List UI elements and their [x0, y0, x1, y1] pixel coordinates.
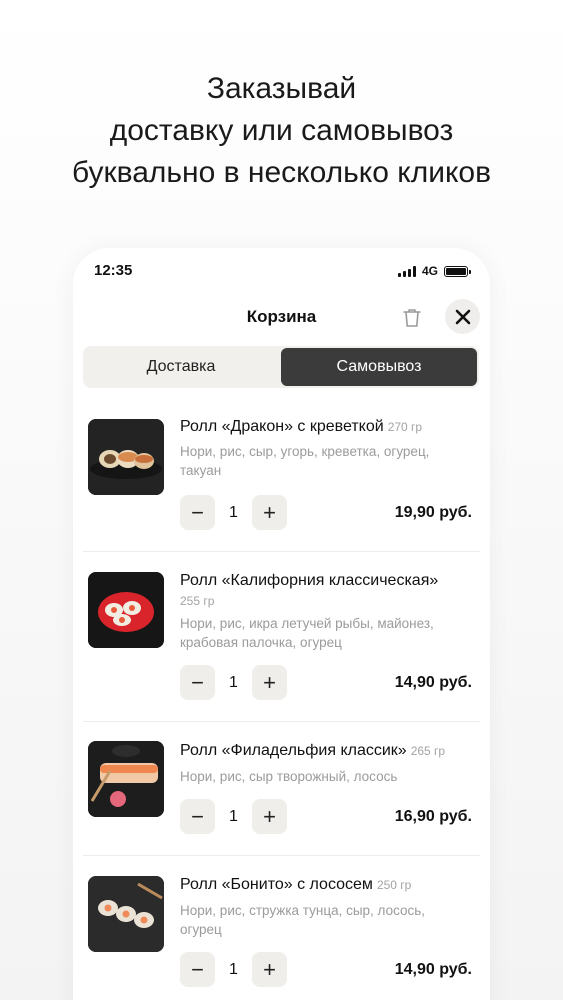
product-name: Ролл «Дракон» с креветкой [180, 418, 384, 435]
decrease-button[interactable]: − [180, 799, 215, 834]
product-image [88, 741, 164, 817]
quantity-value: 1 [229, 673, 238, 691]
close-icon [455, 309, 470, 324]
decrease-button[interactable]: − [180, 495, 215, 530]
promo-headline: Заказывай доставку или самовывоз букваль… [0, 68, 563, 194]
headline-line-1: Заказывай [206, 72, 357, 105]
product-image [88, 876, 164, 952]
quantity-value: 1 [229, 807, 238, 825]
signal-icon [397, 265, 416, 277]
product-price: 14,90 руб. [394, 961, 472, 978]
decrease-button[interactable]: − [180, 952, 215, 987]
product-price: 16,90 руб. [394, 808, 472, 825]
product-description: Нори, рис, сыр творожный, лосось [180, 769, 398, 784]
trash-icon[interactable] [399, 305, 425, 331]
cart-items-list: Ролл «Дракон» с креветкой 270 гр Нори, ри… [73, 396, 490, 1000]
product-image [88, 419, 164, 495]
delivery-mode-toggle: Доставка Самовывоз [83, 346, 479, 388]
page-title: Корзина [246, 307, 317, 326]
product-title: Ролл «Бонито» с лососем 250 гр [180, 875, 480, 895]
product-description: Нори, рис, стружка тунца, сыр, лосось, о… [180, 903, 426, 937]
quantity-stepper: − 1 + [180, 665, 287, 700]
product-title: Ролл «Филадельфия классик» 265 гр [180, 741, 480, 761]
product-weight: 250 гр [376, 878, 412, 892]
decrease-button[interactable]: − [180, 665, 215, 700]
cart-item: Ролл «Бонито» с лососем 250 гр Нори, рис,… [83, 856, 480, 1000]
quantity-stepper: − 1 + [180, 495, 287, 530]
phone-screen: 12:35 4G Корзина Доставка Самовывоз Ролл… [73, 248, 490, 1000]
product-price: 19,90 руб. [394, 504, 472, 521]
product-title: Ролл «Дракон» с креветкой 270 гр [180, 417, 480, 437]
quantity-value: 1 [229, 960, 238, 978]
product-weight: 255 гр [180, 594, 215, 608]
increase-button[interactable]: + [252, 799, 287, 834]
product-weight: 265 гр [410, 744, 446, 758]
increase-button[interactable]: + [252, 952, 287, 987]
product-name: Ролл «Филадельфия классик» [180, 742, 407, 759]
product-name: Ролл «Калифорния классическая» [180, 572, 439, 589]
product-price: 14,90 руб. [394, 674, 472, 691]
tab-pickup[interactable]: Самовывоз [281, 348, 477, 386]
product-title: Ролл «Калифорния классическая» 255 гр [180, 571, 480, 611]
quantity-value: 1 [229, 503, 238, 521]
status-bar: 12:35 4G [73, 262, 490, 282]
increase-button[interactable]: + [252, 665, 287, 700]
quantity-stepper: − 1 + [180, 952, 287, 987]
status-time: 12:35 [94, 262, 133, 279]
headline-line-2: доставку или самовывоз [109, 114, 454, 147]
increase-button[interactable]: + [252, 495, 287, 530]
product-description: Нори, рис, икра летучей рыбы, майонез, к… [180, 616, 434, 650]
product-image [88, 572, 164, 648]
close-button[interactable] [445, 299, 480, 334]
headline-line-3: буквально в несколько кликов [71, 156, 492, 189]
cart-item: Ролл «Калифорния классическая» 255 гр Нор… [83, 552, 480, 722]
tab-delivery[interactable]: Доставка [83, 346, 279, 388]
cart-header: Корзина [73, 298, 490, 338]
product-weight: 270 гр [387, 420, 423, 434]
product-description: Нори, рис, сыр, угорь, креветка, огурец,… [180, 444, 430, 478]
cart-item: Ролл «Дракон» с креветкой 270 гр Нори, ри… [83, 396, 480, 552]
battery-icon [444, 265, 471, 277]
network-type: 4G [421, 264, 438, 278]
product-name: Ролл «Бонито» с лососем [180, 876, 373, 893]
cart-item: Ролл «Филадельфия классик» 265 гр Нори, р… [83, 722, 480, 856]
status-indicators: 4G [397, 264, 471, 278]
quantity-stepper: − 1 + [180, 799, 287, 834]
